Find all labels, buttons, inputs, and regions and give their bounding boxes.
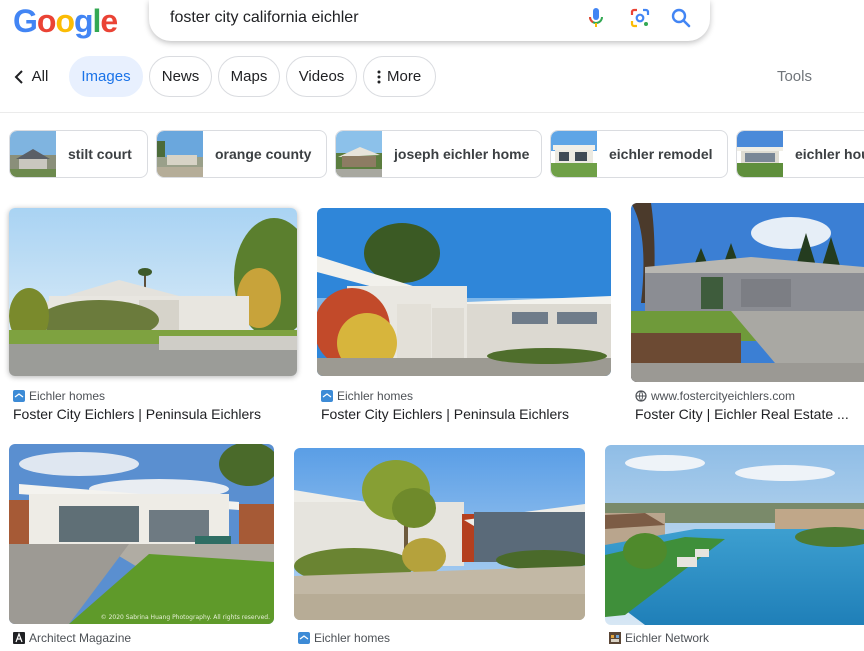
result-source-label: Eichler homes [314, 631, 391, 645]
eichler-homes-favicon-icon [13, 390, 25, 402]
tab-images[interactable]: Images [69, 56, 143, 97]
search-icon[interactable] [669, 6, 693, 30]
tools-button[interactable]: Tools [777, 68, 812, 85]
tab-more-label: More [387, 68, 422, 85]
result-source[interactable]: Eichler homes [321, 389, 413, 403]
related-chip[interactable]: joseph eichler home [335, 130, 542, 178]
result-image[interactable] [294, 448, 585, 620]
result-source[interactable]: Eichler Network [609, 631, 709, 645]
logo-letter: o [36, 3, 57, 39]
logo-letter: g [73, 3, 94, 39]
result-image[interactable] [9, 208, 297, 376]
result-title[interactable]: Foster City | Eichler Real Estate ... [635, 406, 864, 422]
related-chip[interactable]: orange county [156, 130, 327, 178]
chip-thumbnail [336, 131, 382, 177]
eichler-network-favicon-icon [609, 632, 621, 644]
logo-letter: e [100, 3, 118, 39]
search-input[interactable]: foster city california eichler [170, 9, 359, 27]
result-image[interactable]: © 2020 Sabrina Huang Photography. All ri… [9, 444, 274, 624]
result-source[interactable]: Architect Magazine [13, 631, 131, 645]
chip-label: joseph eichler home [394, 146, 530, 162]
result-source-label: Architect Magazine [29, 631, 132, 645]
globe-icon [635, 390, 647, 402]
chip-label: stilt court [68, 146, 132, 162]
chip-thumbnail [737, 131, 783, 177]
chevron-left-icon[interactable] [12, 68, 26, 86]
logo-letter: G [13, 3, 38, 39]
photo-watermark: © 2020 Sabrina Huang Photography. All ri… [100, 614, 270, 621]
tab-all[interactable]: All [27, 56, 53, 97]
chip-thumbnail [10, 131, 56, 177]
result-source-label: Eichler Network [625, 631, 710, 645]
search-box[interactable]: foster city california eichler [149, 0, 710, 41]
lens-icon[interactable] [628, 6, 652, 30]
related-chip[interactable]: eichler hou [736, 130, 864, 178]
eichler-homes-favicon-icon [321, 390, 333, 402]
result-source-label: Eichler homes [29, 389, 106, 403]
tab-videos[interactable]: Videos [286, 56, 357, 97]
chip-thumbnail [157, 131, 203, 177]
chip-label: eichler hou [795, 146, 864, 162]
header-divider [0, 112, 864, 113]
chip-thumbnail [551, 131, 597, 177]
google-logo[interactable]: Google [13, 3, 118, 40]
result-image[interactable] [317, 208, 611, 376]
architect-magazine-favicon-icon [13, 632, 25, 644]
result-image[interactable] [631, 203, 864, 382]
tab-news[interactable]: News [149, 56, 212, 97]
mic-icon[interactable] [584, 6, 608, 30]
result-image[interactable] [605, 445, 864, 625]
more-vert-icon [377, 70, 381, 83]
result-source[interactable]: Eichler homes [13, 389, 105, 403]
result-source-label: www.fostercityeichlers.com [651, 389, 796, 403]
search-tabs: All Images News Maps Videos More Tools [0, 56, 864, 98]
logo-letter: o [55, 3, 75, 39]
result-title[interactable]: Foster City Eichlers | Peninsula Eichler… [321, 406, 611, 422]
related-chip[interactable]: eichler remodel [550, 130, 728, 178]
tab-more[interactable]: More [363, 56, 436, 97]
result-source[interactable]: Eichler homes [298, 631, 390, 645]
eichler-homes-favicon-icon [298, 632, 310, 644]
tab-maps[interactable]: Maps [218, 56, 280, 97]
related-chip[interactable]: stilt court [9, 130, 148, 178]
result-source-label: Eichler homes [337, 389, 414, 403]
chip-label: eichler remodel [609, 146, 713, 162]
chip-label: orange county [215, 146, 312, 162]
result-source[interactable]: www.fostercityeichlers.com [635, 389, 795, 403]
logo-letter: l [92, 3, 102, 39]
result-title[interactable]: Foster City Eichlers | Peninsula Eichler… [13, 406, 297, 422]
